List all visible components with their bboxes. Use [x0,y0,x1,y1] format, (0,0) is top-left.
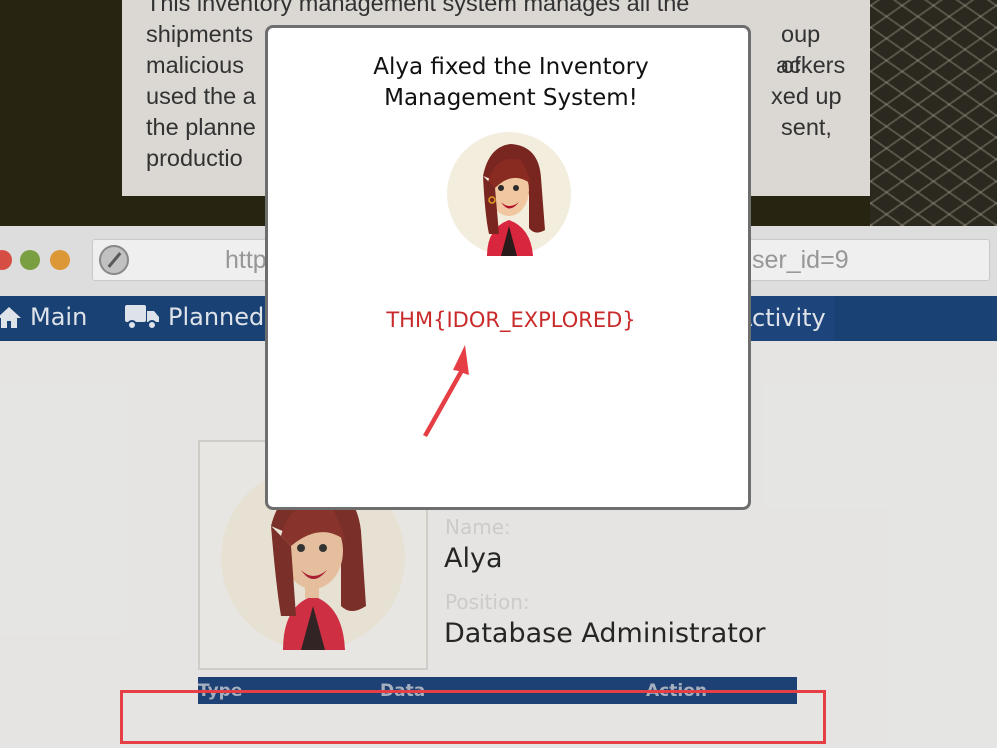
flag-text: THM{IDOR_EXPLORED} [386,308,636,332]
success-modal: Alya fixed the Inventory Management Syst… [265,25,751,510]
annotation-highlight-box [120,690,826,744]
annotation-arrow [423,345,469,437]
modal-title: Alya fixed the Inventory Management Syst… [373,54,649,111]
modal-avatar [447,132,571,256]
